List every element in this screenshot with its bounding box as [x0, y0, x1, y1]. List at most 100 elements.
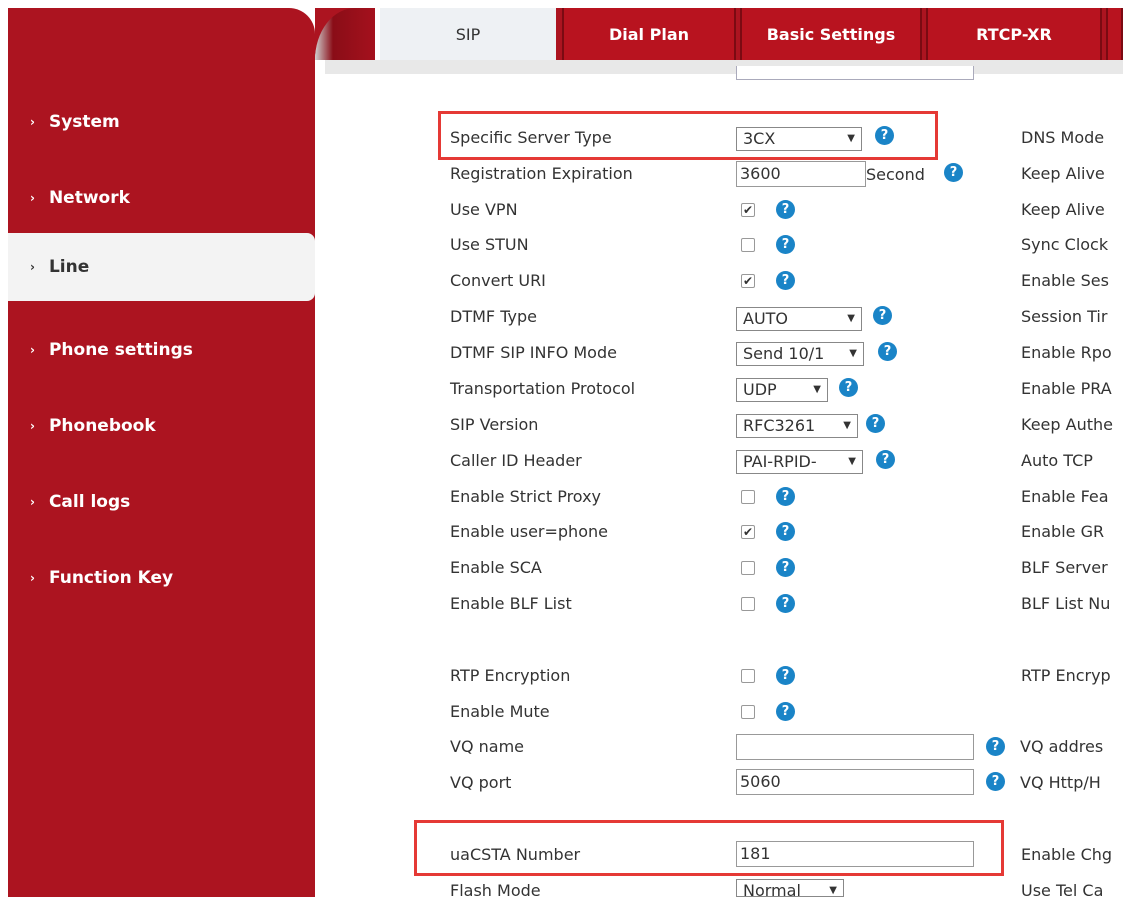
dns-mode-label: DNS Mode [1021, 128, 1105, 147]
registration-expiration-input[interactable]: 3600 [736, 161, 866, 187]
sidebar-item-label: Call logs [48, 492, 131, 512]
caller-id-header-label: Caller ID Header [450, 451, 582, 470]
help-icon[interactable]: ? [776, 522, 795, 541]
specific-server-type-label: Specific Server Type [450, 128, 612, 147]
enable-strict-proxy-checkbox[interactable] [741, 490, 755, 504]
tab-sip[interactable]: SIP [380, 8, 556, 60]
chevron-right-icon: › [30, 343, 35, 357]
help-icon[interactable]: ? [866, 414, 885, 433]
enable-sca-checkbox[interactable] [741, 561, 755, 575]
use-vpn-label: Use VPN [450, 200, 518, 219]
sidebar-item-network[interactable]: › Network [8, 164, 315, 232]
dtmf-type-label: DTMF Type [450, 307, 537, 326]
chevron-right-icon: › [30, 191, 35, 205]
chevron-right-icon: › [30, 495, 35, 509]
enable-session-timer-label: Enable Ses [1021, 271, 1109, 290]
use-tel-call-label: Use Tel Ca [1021, 881, 1104, 897]
enable-blf-list-checkbox[interactable] [741, 597, 755, 611]
caller-id-header-select[interactable]: PAI-RPID- ▼ [736, 450, 863, 474]
registration-expiration-unit: Second [866, 165, 925, 184]
sidebar-item-label: Line [48, 257, 90, 277]
uacsta-number-label: uaCSTA Number [450, 845, 581, 864]
select-value: PAI-RPID- [743, 452, 817, 471]
enable-mute-label: Enable Mute [450, 702, 550, 721]
help-icon[interactable]: ? [839, 378, 858, 397]
rtp-encryption-checkbox[interactable] [741, 669, 755, 683]
dtmf-sip-info-mode-select[interactable]: Send 10/1 ▼ [736, 342, 864, 366]
dropdown-arrow-icon: ▼ [848, 456, 856, 467]
tab-more[interactable] [1106, 8, 1123, 60]
help-icon[interactable]: ? [986, 772, 1005, 791]
tab-underline [325, 60, 1123, 74]
sidebar-item-label: Phonebook [48, 416, 156, 436]
vq-name-label: VQ name [450, 737, 524, 756]
enable-user-phone-checkbox[interactable]: ✔ [741, 525, 755, 539]
enable-prack-label: Enable PRA [1021, 379, 1112, 398]
use-stun-checkbox[interactable] [741, 238, 755, 252]
sidebar-item-call-logs[interactable]: › Call logs [8, 468, 315, 536]
dropdown-arrow-icon: ▼ [847, 133, 855, 144]
chevron-right-icon: › [30, 419, 35, 433]
enable-sca-label: Enable SCA [450, 558, 542, 577]
vq-name-input[interactable] [736, 734, 974, 760]
rtp-encryption-label: RTP Encryption [450, 666, 571, 685]
blf-server-label: BLF Server [1021, 558, 1108, 577]
dtmf-type-select[interactable]: AUTO ▼ [736, 307, 862, 331]
sidebar-item-phone-settings[interactable]: › Phone settings [8, 316, 315, 384]
vq-port-input[interactable]: 5060 [736, 769, 974, 795]
tab-rtcp-xr[interactable]: RTCP-XR [926, 8, 1102, 60]
keep-alive-type-label: Keep Alive [1021, 164, 1105, 183]
select-value: RFC3261 [743, 416, 816, 435]
tab-dial-plan[interactable]: Dial Plan [562, 8, 736, 60]
help-icon[interactable]: ? [876, 450, 895, 469]
chevron-right-icon: › [30, 115, 35, 129]
vq-port-label: VQ port [450, 773, 512, 792]
blf-list-number-label: BLF List Nu [1021, 594, 1111, 613]
use-vpn-checkbox[interactable]: ✔ [741, 203, 755, 217]
enable-gruu-label: Enable GR [1021, 522, 1105, 541]
help-icon[interactable]: ? [776, 200, 795, 219]
sip-version-label: SIP Version [450, 415, 539, 434]
sidebar-item-line[interactable]: › Line [8, 233, 315, 301]
convert-uri-checkbox[interactable]: ✔ [741, 274, 755, 288]
keep-authentication-label: Keep Authe [1021, 415, 1113, 434]
help-icon[interactable]: ? [878, 342, 897, 361]
tab-basic-settings[interactable]: Basic Settings [740, 8, 922, 60]
tab-bar-shadow [315, 8, 375, 60]
help-icon[interactable]: ? [776, 702, 795, 721]
uacsta-number-input[interactable]: 181 [736, 841, 974, 867]
flash-mode-label: Flash Mode [450, 881, 541, 897]
help-icon[interactable]: ? [986, 737, 1005, 756]
help-icon[interactable]: ? [776, 487, 795, 506]
enable-mute-checkbox[interactable] [741, 705, 755, 719]
help-icon[interactable]: ? [776, 271, 795, 290]
select-value: Normal [743, 881, 801, 897]
help-icon[interactable]: ? [776, 666, 795, 685]
help-icon[interactable]: ? [776, 235, 795, 254]
partial-input-field[interactable] [736, 66, 974, 80]
help-icon[interactable]: ? [873, 306, 892, 325]
enable-chg-label: Enable Chg [1021, 845, 1113, 864]
help-icon[interactable]: ? [875, 126, 894, 145]
use-stun-label: Use STUN [450, 235, 529, 254]
auto-tcp-label: Auto TCP [1021, 451, 1093, 470]
sip-version-select[interactable]: RFC3261 ▼ [736, 414, 858, 438]
sidebar-item-label: Network [48, 188, 130, 208]
sidebar-item-function-key[interactable]: › Function Key [8, 544, 315, 612]
enable-rport-label: Enable Rpo [1021, 343, 1112, 362]
help-icon[interactable]: ? [944, 163, 963, 182]
select-value: 3CX [743, 129, 776, 148]
help-icon[interactable]: ? [776, 594, 795, 613]
dropdown-arrow-icon: ▼ [813, 384, 821, 395]
flash-mode-select[interactable]: Normal ▼ [736, 879, 844, 897]
enable-blf-list-label: Enable BLF List [450, 594, 572, 613]
convert-uri-label: Convert URI [450, 271, 546, 290]
dropdown-arrow-icon: ▼ [843, 420, 851, 431]
enable-feature-sync-label: Enable Fea [1021, 487, 1109, 506]
specific-server-type-select[interactable]: 3CX ▼ [736, 127, 862, 151]
sidebar-item-phonebook[interactable]: › Phonebook [8, 392, 315, 460]
help-icon[interactable]: ? [776, 558, 795, 577]
sidebar-item-system[interactable]: › System [8, 88, 315, 156]
transportation-protocol-select[interactable]: UDP ▼ [736, 378, 828, 402]
select-value: UDP [743, 380, 777, 399]
